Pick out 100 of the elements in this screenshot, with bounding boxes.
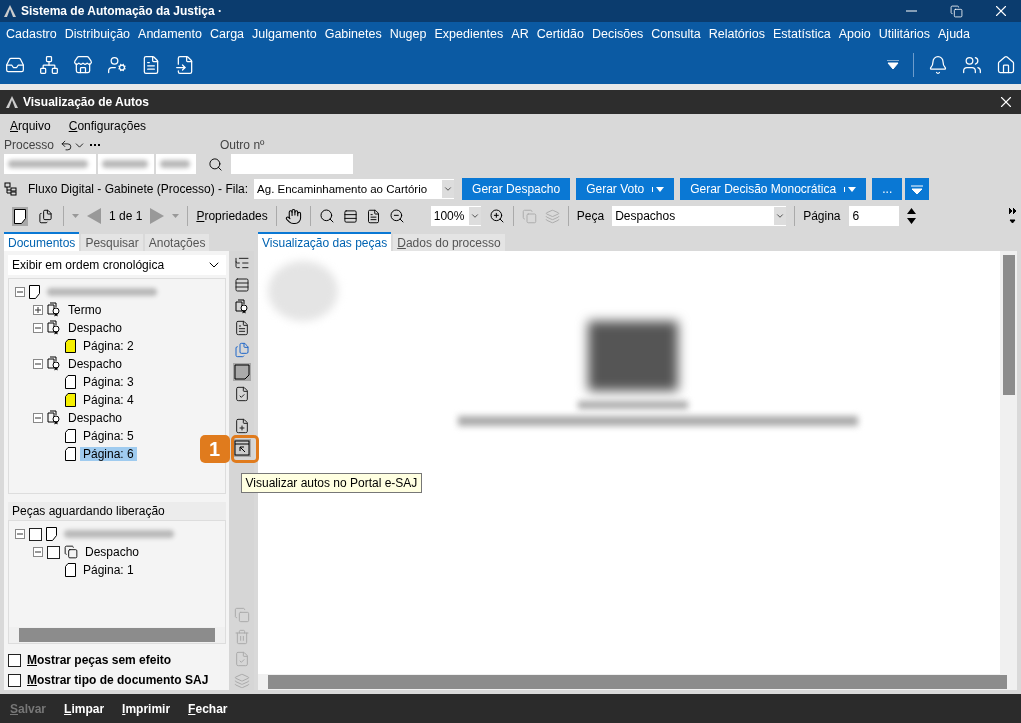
blurred-text	[102, 160, 148, 168]
flow-icon	[4, 182, 18, 196]
footer-button[interactable]: Imprimir	[122, 701, 171, 716]
action-button[interactable]: Gerar Despacho	[462, 178, 571, 200]
caret-icon	[72, 214, 79, 218]
input-field[interactable]	[231, 154, 353, 174]
action-button[interactable]: Gerar Voto	[576, 178, 675, 200]
collapse-icon[interactable]	[33, 547, 43, 557]
tree-item[interactable]: Página: 4	[80, 392, 137, 407]
menu-item[interactable]: Distribuição	[60, 27, 135, 41]
tree-item[interactable]: Página: 1	[80, 563, 137, 577]
pages-icon	[544, 208, 560, 224]
collapse-icon[interactable]	[15, 529, 25, 539]
caret-icon	[469, 211, 480, 221]
tab[interactable]: Pesquisar	[81, 234, 143, 251]
tree-item[interactable]: Página: 5	[80, 428, 137, 443]
input-field[interactable]	[156, 154, 196, 174]
menu-item[interactable]: Decisões	[587, 27, 648, 41]
menu-item[interactable]: Ajuda	[934, 27, 974, 41]
tab[interactable]: Visualização das peças	[258, 232, 392, 251]
collapse-icon[interactable]	[33, 322, 43, 333]
input-field[interactable]	[98, 154, 154, 174]
annotation-list-icon	[233, 386, 250, 402]
menu-item[interactable]: AR	[507, 27, 533, 41]
menu-item[interactable]: Relatórios	[704, 27, 769, 41]
certificate-icon	[47, 302, 61, 318]
tab[interactable]: Documentos	[4, 232, 80, 251]
queue-select[interactable]: Ag. Encaminhamento ao Cartório	[254, 179, 455, 199]
logo-icon	[4, 5, 16, 17]
user-settings-icon	[107, 55, 127, 75]
checkbox[interactable]	[29, 527, 42, 541]
checkbox[interactable]	[8, 673, 21, 687]
tree-item[interactable]: Página: 6	[80, 446, 137, 461]
input-field[interactable]	[4, 154, 96, 174]
menu-item[interactable]: Cadastro	[2, 27, 61, 41]
collapse-icon[interactable]	[15, 286, 25, 297]
page-field[interactable]: 6	[848, 206, 899, 226]
menu-item[interactable]: Arquivo	[4, 119, 57, 133]
filter-button[interactable]	[905, 178, 930, 200]
collapse-icon[interactable]	[33, 358, 43, 369]
menu-item[interactable]: Configurações	[62, 119, 153, 133]
caret-icon	[775, 211, 786, 221]
menu-item[interactable]: Gabinetes	[320, 27, 386, 41]
tree-item[interactable]: Página: 2	[80, 338, 137, 353]
tree-item[interactable]: Termo	[65, 302, 105, 317]
tree-item[interactable]: Página: 3	[80, 374, 137, 389]
toolbar-button[interactable]	[233, 298, 250, 315]
collapse-icon[interactable]	[33, 412, 43, 423]
tree-item[interactable]: Despacho	[65, 410, 126, 425]
menu-item[interactable]: Julgamento	[248, 27, 321, 41]
overflow-icon[interactable]	[1008, 207, 1017, 225]
menu-item[interactable]: Utilitários	[874, 27, 935, 41]
document-view-button[interactable]	[12, 206, 28, 226]
horizontal-scrollbar[interactable]	[258, 674, 1017, 690]
menu-item[interactable]: Consulta	[647, 27, 705, 41]
page-icon	[14, 208, 26, 224]
menu-item[interactable]: Expedientes	[430, 27, 508, 41]
menu-item[interactable]: Certidão	[532, 27, 588, 41]
tree-item[interactable]: Despacho	[65, 320, 126, 335]
horizontal-scrollbar[interactable]	[9, 627, 225, 643]
tab[interactable]: Dados do processo	[393, 234, 505, 251]
step-badge: 1	[199, 435, 230, 463]
field-label: Página	[803, 209, 841, 223]
menu-item[interactable]: Estatística	[768, 27, 835, 41]
dropdown-icon[interactable]	[887, 60, 899, 70]
pages-icon	[521, 208, 537, 224]
spinner-icon[interactable]	[906, 207, 916, 225]
tree-icon	[233, 255, 250, 271]
tree-item[interactable]: Despacho	[65, 356, 126, 371]
action-button[interactable]: ...	[872, 178, 903, 200]
copy-icon	[233, 607, 250, 623]
menu-item[interactable]: Nugep	[385, 27, 431, 41]
footer-button[interactable]: Fechar	[188, 701, 228, 716]
layers-icon	[233, 673, 250, 689]
hand-icon	[284, 207, 302, 225]
undo-icon	[60, 138, 74, 152]
menu-item[interactable]: Apoio	[834, 27, 875, 41]
users-icon	[962, 55, 982, 75]
menu-item[interactable]: Andamento	[134, 27, 206, 41]
checkbox-label[interactable]: Mostrar tipo de documento SAJ	[27, 673, 209, 687]
vertical-scrollbar[interactable]	[1000, 251, 1017, 674]
checkbox[interactable]	[8, 653, 21, 667]
document-icon	[46, 527, 57, 541]
pages-icon	[233, 342, 250, 358]
zoom-select[interactable]: 100%	[430, 206, 481, 226]
action-button[interactable]: Gerar Decisão Monocrática	[680, 178, 867, 200]
order-select[interactable]: Exibir em ordem cronológica	[8, 255, 226, 275]
expand-icon[interactable]	[33, 304, 43, 315]
footer-button[interactable]: Limpar	[64, 701, 105, 716]
tree-item[interactable]: Despacho	[82, 545, 143, 559]
checkbox-label[interactable]: Mostrar peças sem efeito	[27, 653, 172, 667]
app-title: Sistema de Automação da Justiça ·	[21, 4, 223, 18]
zoom-in-icon	[488, 208, 505, 224]
field-label: Processo	[4, 138, 55, 152]
piece-select[interactable]: Despachos	[612, 206, 787, 226]
properties-button[interactable]: Propriedades	[196, 209, 268, 223]
tooltip: Visualizar autos no Portal e-SAJ	[240, 473, 423, 493]
tab[interactable]: Anotações	[144, 234, 210, 251]
menu-item[interactable]: Carga	[206, 27, 249, 41]
checkbox[interactable]	[47, 545, 60, 559]
